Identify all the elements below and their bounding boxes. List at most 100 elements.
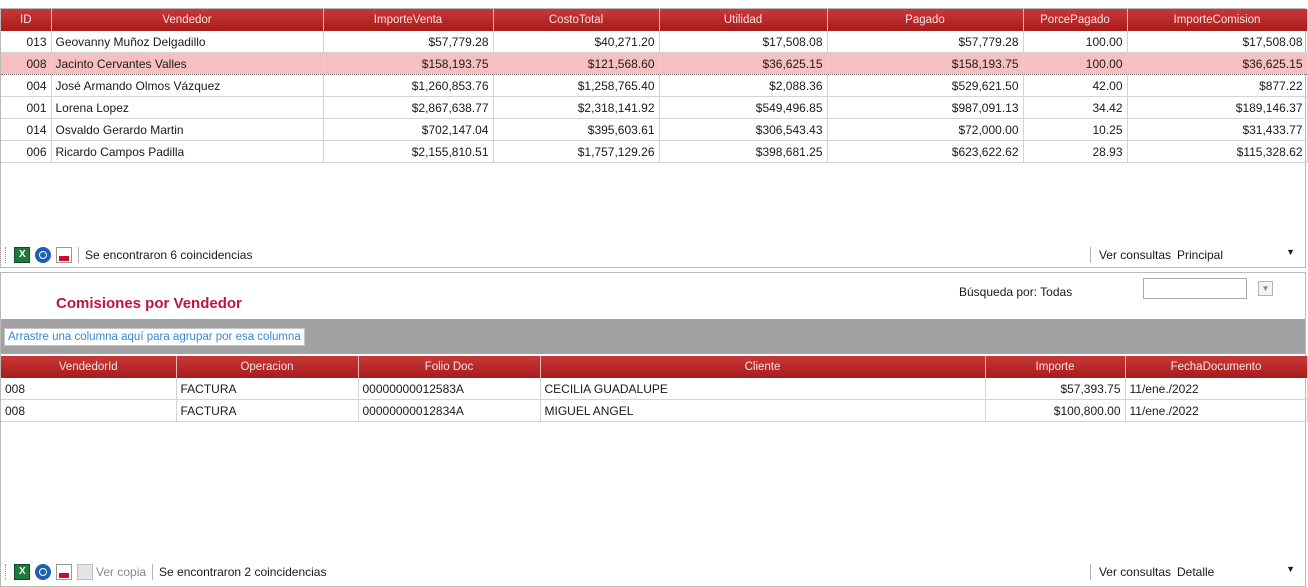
column-header[interactable]: Utilidad <box>659 9 828 31</box>
table-cell[interactable]: $158,193.75 <box>323 52 494 75</box>
table-cell[interactable]: $2,088.36 <box>659 74 828 97</box>
column-header[interactable]: Operacion <box>176 356 359 378</box>
table-row[interactable]: 008 FACTURA 00000000012583A CECILIA GUADALU… <box>1 378 1308 400</box>
table-cell[interactable]: $529,621.50 <box>827 74 1024 97</box>
table-cell[interactable]: $36,625.15 <box>659 52 828 75</box>
column-header[interactable]: Pagado <box>827 9 1024 31</box>
table-cell[interactable]: $702,147.04 <box>323 118 494 141</box>
web-export-icon[interactable] <box>35 564 51 580</box>
table-row[interactable]: 006 Ricardo Campos Padilla $2,155,810.51 $1… <box>1 140 1308 163</box>
table-cell[interactable]: 013 <box>1 31 52 53</box>
ver-copia-button[interactable]: Ver copia <box>96 565 146 579</box>
table-row[interactable]: 004 José Armando Olmos Vázquez $1,260,853.… <box>1 74 1308 97</box>
table-cell[interactable]: $1,258,765.40 <box>493 74 660 97</box>
table-cell[interactable]: $121,568.60 <box>493 52 660 75</box>
table-cell[interactable]: 008 <box>1 399 177 422</box>
table-cell[interactable]: $72,000.00 <box>827 118 1024 141</box>
table-cell[interactable]: 34.42 <box>1023 96 1128 119</box>
search-dropdown-button[interactable]: ▼ <box>1258 281 1273 296</box>
table-cell[interactable]: José Armando Olmos Vázquez <box>51 74 324 97</box>
chevron-down-icon[interactable]: ▼ <box>1286 564 1295 574</box>
table-cell[interactable]: $398,681.25 <box>659 140 828 163</box>
table-cell[interactable]: $189,146.37 <box>1127 96 1308 119</box>
table-cell[interactable]: Ricardo Campos Padilla <box>51 140 324 163</box>
table-row[interactable]: 014 Osvaldo Gerardo Martin $702,147.04 $395… <box>1 118 1308 141</box>
table-cell[interactable]: $57,779.28 <box>323 31 494 53</box>
table-cell[interactable]: $2,318,141.92 <box>493 96 660 119</box>
table-cell[interactable]: $158,193.75 <box>827 52 1024 75</box>
column-header[interactable]: Folio Doc <box>358 356 541 378</box>
table-cell[interactable]: $395,603.61 <box>493 118 660 141</box>
column-header[interactable]: ID <box>1 9 52 31</box>
table-cell[interactable]: 008 <box>1 52 52 75</box>
table-cell[interactable]: $623,622.62 <box>827 140 1024 163</box>
table-cell[interactable]: $17,508.08 <box>1127 31 1308 53</box>
table-cell[interactable]: 11/ene./2022 <box>1125 378 1308 400</box>
table-cell[interactable]: 42.00 <box>1023 74 1128 97</box>
table-cell[interactable]: CECILIA GUADALUPE <box>540 378 986 400</box>
column-header[interactable]: Importe <box>985 356 1126 378</box>
table-cell[interactable]: 11/ene./2022 <box>1125 399 1308 422</box>
table-cell[interactable]: 00000000012834A <box>358 399 541 422</box>
table-cell[interactable]: $100,800.00 <box>985 399 1126 422</box>
table-cell[interactable]: FACTURA <box>176 378 359 400</box>
table-row[interactable]: 001 Lorena Lopez $2,867,638.77 $2,318,141.9… <box>1 96 1308 119</box>
chevron-down-icon[interactable]: ▼ <box>1286 247 1295 257</box>
column-header[interactable]: VendedorId <box>1 356 177 378</box>
table-cell[interactable]: $57,779.28 <box>827 31 1024 53</box>
table-cell[interactable]: $57,393.75 <box>985 378 1126 400</box>
column-header[interactable]: FechaDocumento <box>1125 356 1308 378</box>
table-cell[interactable]: 28.93 <box>1023 140 1128 163</box>
table-cell[interactable]: $549,496.85 <box>659 96 828 119</box>
column-header[interactable]: PorcePagado <box>1023 9 1128 31</box>
column-header[interactable]: ImporteVenta <box>323 9 494 31</box>
table-cell[interactable]: 001 <box>1 96 52 119</box>
search-input[interactable] <box>1143 278 1247 299</box>
table-cell[interactable]: $877.22 <box>1127 74 1308 97</box>
ver-consultas-dropdown[interactable]: Detalle ▼ <box>1177 564 1295 579</box>
table-cell[interactable]: 00000000012583A <box>358 378 541 400</box>
column-header[interactable]: Vendedor <box>51 9 324 31</box>
table-cell[interactable]: MIGUEL ANGEL <box>540 399 986 422</box>
web-export-icon[interactable] <box>35 247 51 263</box>
table-row[interactable]: 013 Geovanny Muñoz Delgadillo $57,779.28 $4… <box>1 31 1308 53</box>
copy-icon[interactable] <box>77 564 93 580</box>
table-cell[interactable]: FACTURA <box>176 399 359 422</box>
table-cell[interactable]: $31,433.77 <box>1127 118 1308 141</box>
table-cell[interactable]: 008 <box>1 378 177 400</box>
table-cell[interactable]: $17,508.08 <box>659 31 828 53</box>
ver-consultas-dropdown[interactable]: Principal ▼ <box>1177 247 1295 262</box>
column-header[interactable]: Cliente <box>540 356 986 378</box>
toolbar-separator <box>1089 564 1091 580</box>
table-cell[interactable]: 100.00 <box>1023 52 1128 75</box>
table-cell[interactable]: Geovanny Muñoz Delgadillo <box>51 31 324 53</box>
table-cell[interactable]: $2,867,638.77 <box>323 96 494 119</box>
table-cell[interactable]: Osvaldo Gerardo Martin <box>51 118 324 141</box>
table-cell[interactable]: $1,260,853.76 <box>323 74 494 97</box>
table-cell[interactable]: $40,271.20 <box>493 31 660 53</box>
table-cell[interactable]: 006 <box>1 140 52 163</box>
table-cell[interactable]: 100.00 <box>1023 31 1128 53</box>
table-cell[interactable]: $1,757,129.26 <box>493 140 660 163</box>
table-cell[interactable]: $115,328.62 <box>1127 140 1308 163</box>
column-header[interactable]: CostoTotal <box>493 9 660 31</box>
table-row[interactable]: 008 Jacinto Cervantes Valles $158,193.75 $1… <box>1 52 1308 75</box>
table-cell[interactable]: $2,155,810.51 <box>323 140 494 163</box>
table-cell[interactable]: 10.25 <box>1023 118 1128 141</box>
sellers-grid-panel: ID Vendedor ImporteVenta CostoTotal Utilidad… <box>0 8 1308 268</box>
table-cell[interactable]: Jacinto Cervantes Valles <box>51 52 324 75</box>
column-header[interactable]: ImporteComision <box>1127 9 1308 31</box>
search-label: Búsqueda por: Todas <box>959 285 1073 299</box>
table-cell[interactable]: $306,543.43 <box>659 118 828 141</box>
excel-icon[interactable] <box>14 247 30 263</box>
table-cell[interactable]: Lorena Lopez <box>51 96 324 119</box>
table-cell[interactable]: 014 <box>1 118 52 141</box>
table-row[interactable]: 008 FACTURA 00000000012834A MIGUEL ANGEL $10… <box>1 399 1308 422</box>
excel-icon[interactable] <box>14 564 30 580</box>
pdf-icon[interactable] <box>56 564 72 580</box>
table-cell[interactable]: $987,091.13 <box>827 96 1024 119</box>
group-by-area[interactable]: Arrastre una columna aquí para agrupar p… <box>1 319 1305 354</box>
table-cell[interactable]: $36,625.15 <box>1127 52 1308 75</box>
table-cell[interactable]: 004 <box>1 74 52 97</box>
pdf-icon[interactable] <box>56 247 72 263</box>
